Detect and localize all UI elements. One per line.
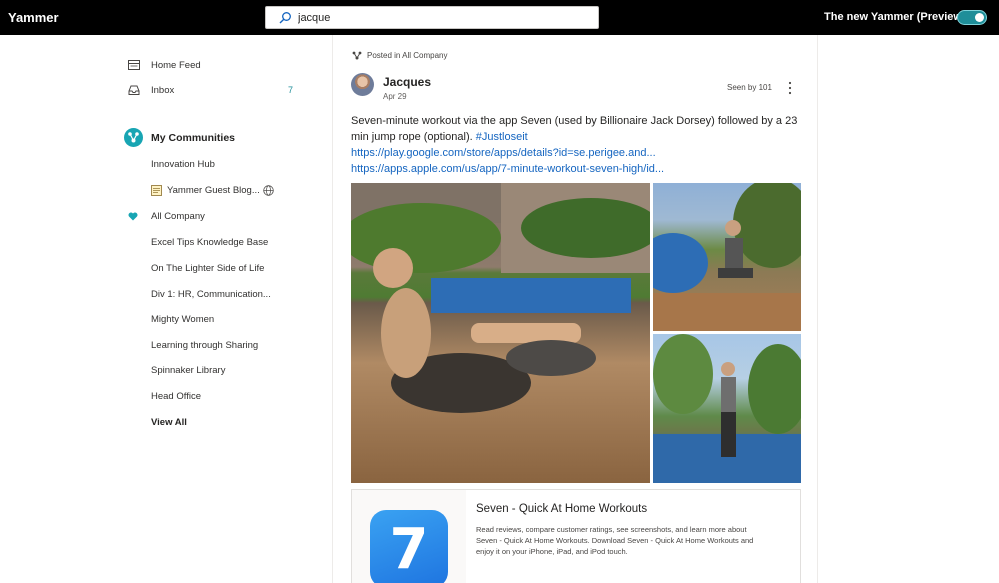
communities-icon — [124, 128, 143, 147]
nav-inbox-label: Inbox — [151, 84, 175, 96]
new-yammer-preview-label: The new Yammer (Preview) — [824, 11, 966, 23]
community-network-icon — [352, 51, 362, 60]
hashtag-link[interactable]: #Justloseit — [476, 131, 528, 143]
workout-photo-bottom-right-art — [653, 334, 801, 483]
nav-inbox[interactable]: Inbox — [128, 81, 174, 99]
search-icon — [279, 12, 291, 24]
main-feed: Posted in All Company Jacques Apr 29 See… — [334, 35, 818, 583]
top-bar: Yammer The new Yammer (Preview) — [0, 0, 999, 35]
more-options-icon[interactable] — [788, 81, 792, 95]
post-body: Seven-minute workout via the app Seven (… — [351, 113, 799, 177]
seen-by-count[interactable]: Seen by 101 — [727, 83, 772, 92]
link-preview-title[interactable]: Seven - Quick At Home Workouts — [476, 503, 647, 515]
posted-in-label[interactable]: Posted in All Company — [352, 51, 448, 60]
yammer-logo[interactable]: Yammer — [8, 10, 59, 25]
favorite-heart-icon — [128, 212, 138, 221]
my-communities-header[interactable]: My Communities — [124, 128, 235, 147]
google-play-link[interactable]: https://play.google.com/store/apps/detai… — [351, 145, 799, 161]
left-sidebar: Home Feed Inbox 7 My Communities Innovat… — [0, 35, 333, 583]
seven-app-icon: 7 — [370, 510, 448, 583]
community-innovation-hub[interactable]: Innovation Hub — [151, 159, 215, 170]
notepad-icon — [151, 185, 162, 196]
community-lighter-side[interactable]: On The Lighter Side of Life — [151, 263, 264, 274]
community-yammer-guest-blog[interactable]: Yammer Guest Blog... — [151, 185, 274, 196]
community-head-office[interactable]: Head Office — [151, 391, 201, 402]
workout-photo-top-right-art — [653, 183, 801, 331]
community-spinnaker-library[interactable]: Spinnaker Library — [151, 365, 225, 376]
community-yammer-guest-blog-label: Yammer Guest Blog... — [167, 185, 260, 196]
app-store-link[interactable]: https://apps.apple.com/us/app/7-minute-w… — [351, 161, 799, 177]
my-communities-label: My Communities — [151, 131, 236, 144]
toggle-knob — [975, 13, 984, 22]
workout-photo-main-art — [351, 183, 650, 413]
home-feed-icon — [128, 60, 140, 70]
community-mighty-women[interactable]: Mighty Women — [151, 314, 214, 325]
community-all-company[interactable]: All Company — [151, 211, 205, 222]
post-date[interactable]: Apr 29 — [383, 92, 407, 101]
post-body-text: Seven-minute workout via the app Seven (… — [351, 115, 798, 143]
link-preview-description: Read reviews, compare customer ratings, … — [476, 525, 754, 556]
preview-toggle[interactable] — [957, 10, 987, 25]
author-name[interactable]: Jacques — [383, 75, 431, 89]
community-div1-hr[interactable]: Div 1: HR, Communication... — [151, 289, 271, 300]
community-learning-sharing[interactable]: Learning through Sharing — [151, 340, 258, 351]
search-input[interactable] — [298, 9, 588, 26]
author-avatar[interactable] — [351, 73, 374, 96]
workout-photo-top-right[interactable] — [653, 183, 801, 331]
nav-home-feed[interactable]: Home Feed — [128, 56, 201, 74]
workout-photo-bottom-right[interactable] — [653, 334, 801, 483]
inbox-unread-count: 7 — [288, 85, 294, 95]
app-thumbnail: 7 — [352, 490, 466, 583]
workout-photo-main[interactable] — [351, 183, 650, 483]
search-box[interactable] — [265, 6, 599, 29]
nav-home-feed-label: Home Feed — [151, 59, 201, 71]
community-excel-tips[interactable]: Excel Tips Knowledge Base — [151, 237, 268, 248]
posted-in-text: Posted in All Company — [367, 51, 448, 60]
globe-icon — [263, 185, 274, 196]
link-preview-card[interactable]: 7 Seven - Quick At Home Workouts Read re… — [351, 489, 801, 583]
view-all-communities-link[interactable]: View All — [151, 417, 187, 428]
inbox-icon — [128, 85, 140, 95]
